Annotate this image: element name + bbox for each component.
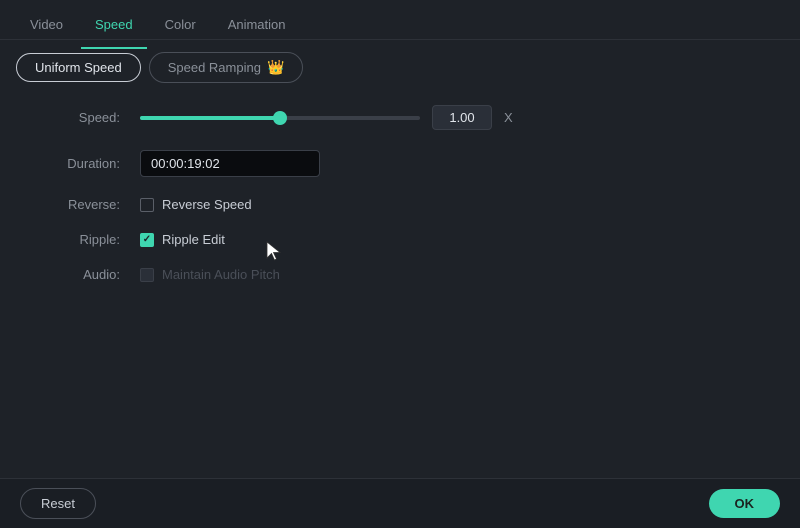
ripple-row: Ripple: Ripple Edit (40, 232, 760, 247)
duration-row: Duration: (40, 150, 760, 177)
audio-checkbox-row: Maintain Audio Pitch (140, 267, 280, 282)
bottom-bar: Reset OK (0, 478, 800, 528)
speed-controls: X (140, 105, 760, 130)
duration-label: Duration: (40, 156, 120, 171)
audio-checkbox[interactable] (140, 268, 154, 282)
speed-row: Speed: X (40, 105, 760, 130)
subtab-speed-ramping-label: Speed Ramping (168, 60, 261, 75)
reverse-checkbox-row: Reverse Speed (140, 197, 252, 212)
reset-button[interactable]: Reset (20, 488, 96, 519)
top-nav: Video Speed Color Animation (0, 0, 800, 40)
reverse-row: Reverse: Reverse Speed (40, 197, 760, 212)
tab-speed[interactable]: Speed (81, 11, 147, 38)
subtab-uniform-speed[interactable]: Uniform Speed (16, 53, 141, 82)
ripple-label: Ripple: (40, 232, 120, 247)
tab-animation[interactable]: Animation (214, 11, 300, 38)
audio-checkbox-label: Maintain Audio Pitch (162, 267, 280, 282)
duration-input[interactable] (140, 150, 320, 177)
ripple-checkbox-label: Ripple Edit (162, 232, 225, 247)
speed-label: Speed: (40, 110, 120, 125)
subtab-speed-ramping[interactable]: Speed Ramping 👑 (149, 52, 304, 83)
ripple-checkbox-row: Ripple Edit (140, 232, 225, 247)
form-area: Speed: X Duration: Reverse: Reverse Spee… (0, 95, 800, 312)
reverse-checkbox[interactable] (140, 198, 154, 212)
tab-video[interactable]: Video (16, 11, 77, 38)
speed-value-input[interactable] (432, 105, 492, 130)
crown-icon: 👑 (267, 59, 284, 76)
reverse-checkbox-label: Reverse Speed (162, 197, 252, 212)
speed-unit-label: X (504, 110, 513, 125)
speed-slider-thumb[interactable] (273, 111, 287, 125)
reverse-label: Reverse: (40, 197, 120, 212)
audio-row: Audio: Maintain Audio Pitch (40, 267, 760, 282)
speed-slider-fill (140, 116, 280, 120)
ripple-checkbox[interactable] (140, 233, 154, 247)
speed-slider-track[interactable] (140, 116, 420, 120)
audio-label: Audio: (40, 267, 120, 282)
tab-color[interactable]: Color (151, 11, 210, 38)
ok-button[interactable]: OK (709, 489, 781, 518)
